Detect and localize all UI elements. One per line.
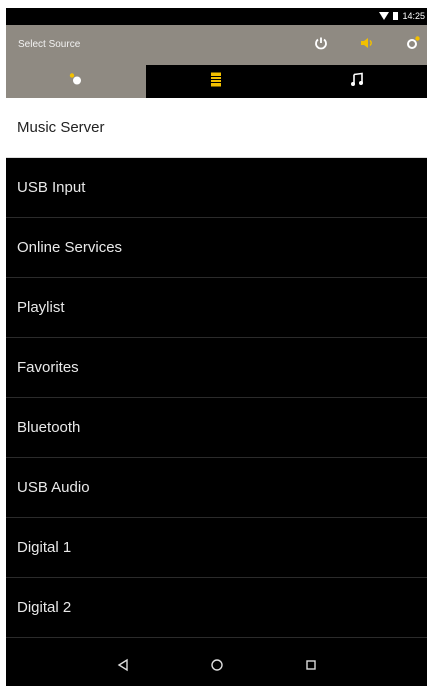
home-icon[interactable] — [210, 658, 224, 677]
volume-icon[interactable] — [359, 35, 375, 51]
battery-icon — [393, 12, 399, 20]
tab-source[interactable] — [6, 65, 147, 98]
source-label: Bluetooth — [17, 419, 81, 436]
source-item-music-server[interactable]: Music Server — [6, 98, 427, 158]
settings-icon[interactable] — [405, 35, 421, 51]
source-tabs — [6, 65, 427, 98]
source-label: Online Services — [17, 239, 123, 256]
source-item-bluetooth[interactable]: Bluetooth — [6, 398, 427, 458]
source-item-digital-2[interactable]: Digital 2 — [6, 578, 427, 638]
source-item-digital-1[interactable]: Digital 1 — [6, 518, 427, 578]
status-bar: 14:25 — [6, 8, 427, 25]
source-label: Playlist — [17, 299, 65, 316]
source-list: Music Server USB Input Online Services P… — [6, 98, 427, 638]
library-icon — [210, 71, 222, 92]
source-label: Digital 1 — [17, 539, 72, 556]
source-item-favorites[interactable]: Favorites — [6, 338, 427, 398]
recents-icon[interactable] — [304, 658, 318, 677]
app-screen: 14:25 Select Source Music Server USB Inp… — [6, 8, 427, 686]
tab-music[interactable] — [287, 65, 427, 98]
tab-library[interactable] — [146, 65, 286, 98]
page-title: Select Source — [18, 39, 81, 50]
wifi-icon — [379, 12, 390, 20]
music-note-icon — [349, 71, 365, 92]
app-bar: Select Source — [6, 25, 427, 65]
system-nav-bar — [6, 648, 427, 686]
status-time: 14:25 — [402, 11, 425, 21]
source-label: Digital 2 — [17, 599, 72, 616]
source-label: Music Server — [17, 119, 105, 136]
source-item-online-services[interactable]: Online Services — [6, 218, 427, 278]
source-label: USB Input — [17, 179, 86, 196]
source-item-playlist[interactable]: Playlist — [6, 278, 427, 338]
power-icon[interactable] — [313, 35, 329, 51]
source-icon — [68, 71, 84, 92]
back-icon[interactable] — [116, 658, 130, 677]
source-label: USB Audio — [17, 479, 90, 496]
source-item-usb-input[interactable]: USB Input — [6, 158, 427, 218]
source-item-usb-audio[interactable]: USB Audio — [6, 458, 427, 518]
source-label: Favorites — [17, 359, 79, 376]
